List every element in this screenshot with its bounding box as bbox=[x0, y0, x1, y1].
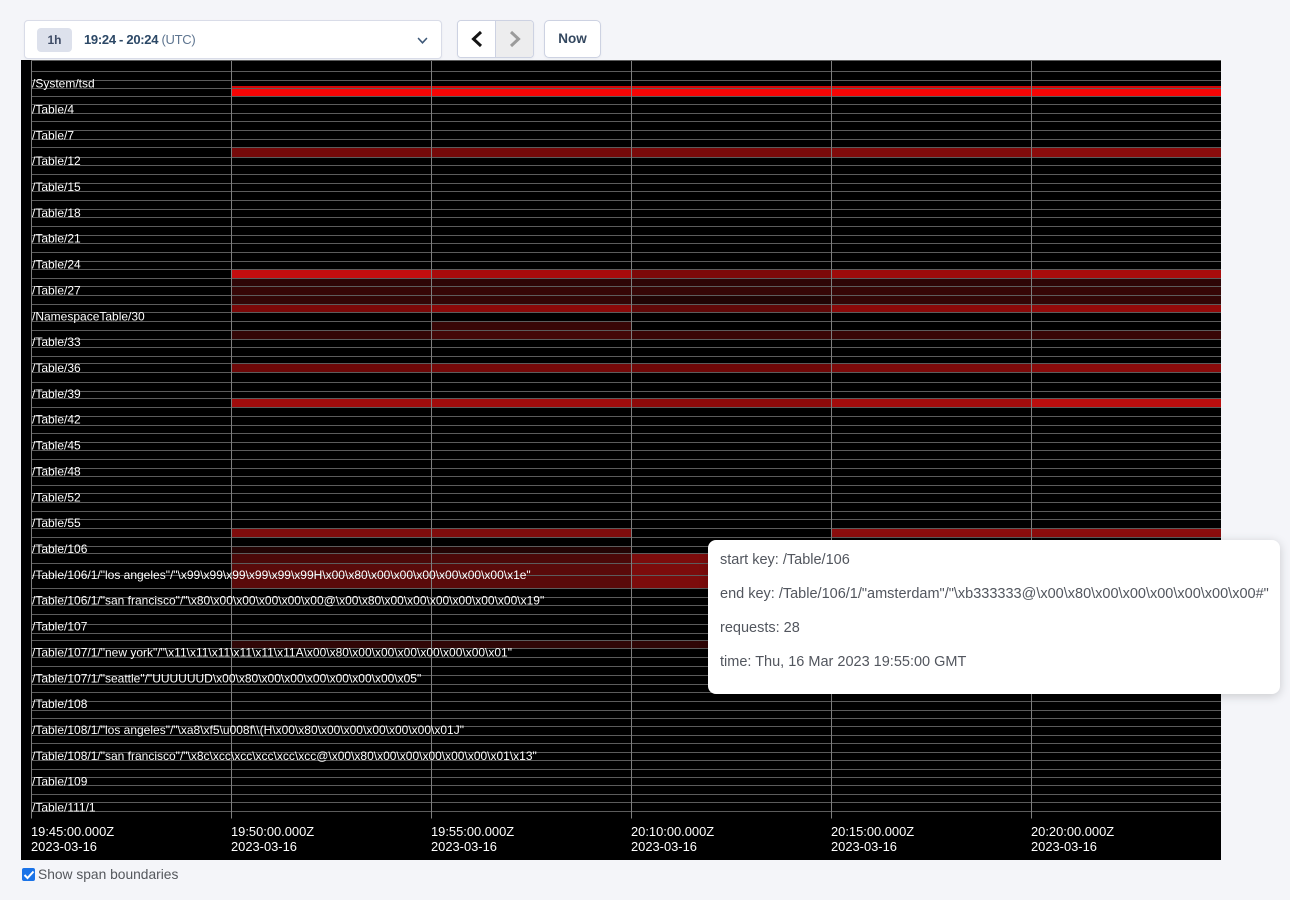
svg-text:/Table/52: /Table/52 bbox=[32, 490, 81, 504]
svg-text:20:20:00.000Z: 20:20:00.000Z bbox=[1031, 824, 1114, 839]
svg-text:/Table/12: /Table/12 bbox=[32, 154, 81, 168]
svg-text:/Table/108: /Table/108 bbox=[32, 697, 88, 711]
svg-text:/Table/111/1: /Table/111/1 bbox=[32, 801, 96, 815]
svg-text:/Table/109: /Table/109 bbox=[32, 775, 88, 789]
svg-text:/Table/107/1/"new york"/"\x11\: /Table/107/1/"new york"/"\x11\x11\x11\x1… bbox=[32, 646, 512, 660]
svg-text:/Table/106/1/"san francisco"/": /Table/106/1/"san francisco"/"\x80\x00\x… bbox=[32, 594, 544, 608]
svg-text:/Table/4: /Table/4 bbox=[32, 103, 74, 117]
svg-text:20:15:00.000Z: 20:15:00.000Z bbox=[831, 824, 914, 839]
svg-text:/Table/24: /Table/24 bbox=[32, 258, 81, 272]
svg-text:2023-03-16: 2023-03-16 bbox=[231, 839, 297, 854]
svg-text:/System/tsd: /System/tsd bbox=[32, 77, 95, 91]
svg-text:/Table/21: /Table/21 bbox=[32, 232, 81, 246]
svg-text:/Table/55: /Table/55 bbox=[32, 516, 81, 530]
svg-text:/Table/106/1/"los angeles"/"\x: /Table/106/1/"los angeles"/"\x99\x99\x99… bbox=[32, 568, 531, 582]
svg-text:19:55:00.000Z: 19:55:00.000Z bbox=[431, 824, 514, 839]
svg-text:19:50:00.000Z: 19:50:00.000Z bbox=[231, 824, 314, 839]
svg-text:/Table/39: /Table/39 bbox=[32, 387, 81, 401]
svg-text:/Table/42: /Table/42 bbox=[32, 413, 81, 427]
svg-text:2023-03-16: 2023-03-16 bbox=[631, 839, 697, 854]
svg-text:/Table/45: /Table/45 bbox=[32, 439, 81, 453]
svg-text:/Table/15: /Table/15 bbox=[32, 180, 81, 194]
svg-text:20:10:00.000Z: 20:10:00.000Z bbox=[631, 824, 714, 839]
svg-text:/Table/27: /Table/27 bbox=[32, 284, 81, 298]
svg-text:2023-03-16: 2023-03-16 bbox=[1031, 839, 1097, 854]
svg-text:/Table/36: /Table/36 bbox=[32, 361, 81, 375]
svg-text:/Table/108/1/"los angeles"/"\x: /Table/108/1/"los angeles"/"\xa8\xf5\u00… bbox=[32, 723, 464, 737]
svg-text:2023-03-16: 2023-03-16 bbox=[431, 839, 497, 854]
svg-text:/Table/107/1/"seattle"/"UUUUUU: /Table/107/1/"seattle"/"UUUUUUD\x00\x80\… bbox=[32, 671, 421, 685]
svg-text:19:45:00.000Z: 19:45:00.000Z bbox=[31, 824, 114, 839]
svg-text:/Table/108/1/"san francisco"/": /Table/108/1/"san francisco"/"\x8c\xcc\x… bbox=[32, 749, 537, 763]
svg-text:/Table/18: /Table/18 bbox=[32, 206, 81, 220]
svg-text:2023-03-16: 2023-03-16 bbox=[31, 839, 97, 854]
svg-text:/Table/33: /Table/33 bbox=[32, 335, 81, 349]
svg-text:/Table/107: /Table/107 bbox=[32, 620, 88, 634]
svg-text:/Table/48: /Table/48 bbox=[32, 465, 81, 479]
svg-text:/Table/106: /Table/106 bbox=[32, 542, 88, 556]
svg-text:/Table/7: /Table/7 bbox=[32, 128, 74, 142]
svg-text:2023-03-16: 2023-03-16 bbox=[831, 839, 897, 854]
svg-text:/NamespaceTable/30: /NamespaceTable/30 bbox=[32, 309, 145, 323]
